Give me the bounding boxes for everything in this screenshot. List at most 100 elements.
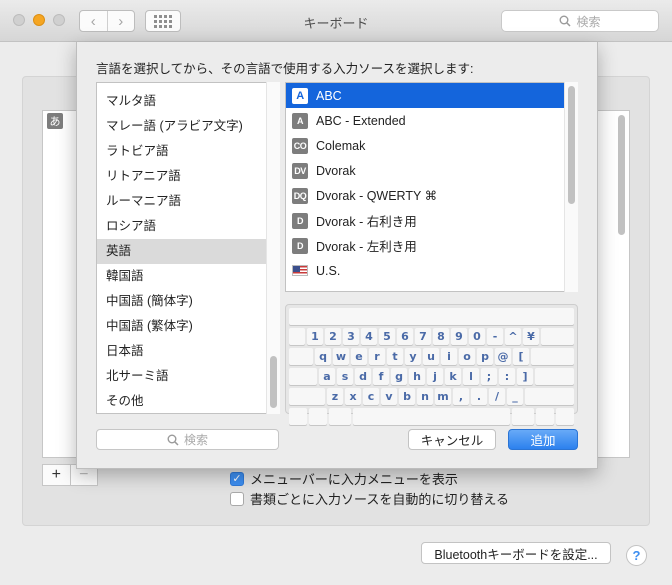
keyboard-key: ]: [517, 368, 533, 385]
show-input-menu-option[interactable]: ✓ メニューバーに入力メニューを表示: [230, 469, 458, 488]
keyboard-key: @: [495, 348, 511, 365]
language-list-scrollbar[interactable]: [266, 82, 280, 414]
setup-bluetooth-keyboard-button[interactable]: Bluetoothキーボードを設定...: [421, 542, 611, 564]
language-item[interactable]: リトアニア語: [97, 164, 278, 189]
language-item[interactable]: ロシア語: [97, 214, 278, 239]
language-item[interactable]: 韓国語: [97, 264, 278, 289]
language-item[interactable]: マレー語 (アラビア文字): [97, 114, 278, 139]
input-source-item[interactable]: A ABC - Extended: [286, 108, 577, 133]
language-item[interactable]: 北サーミ語: [97, 364, 278, 389]
keyboard-key: v: [381, 388, 397, 405]
keyboard-key: 5: [379, 328, 395, 345]
language-list-scroll-thumb[interactable]: [270, 356, 277, 408]
keyboard-key: [309, 408, 327, 425]
keyboard-key: ,: [453, 388, 469, 405]
keyboard-key: 3: [343, 328, 359, 345]
input-source-label: Dvorak - QWERTY ⌘: [316, 189, 438, 203]
keyboard-key: k: [445, 368, 461, 385]
preferences-search-field[interactable]: 検索: [501, 10, 659, 32]
keyboard-key: [289, 308, 574, 325]
input-source-label: ABC - Extended: [316, 113, 406, 128]
keyboard-key: [556, 408, 574, 425]
language-item[interactable]: その他: [97, 389, 278, 413]
auto-switch-label: 書類ごとに入力ソースを自動的に切り替える: [250, 492, 509, 507]
detail-scrollbar[interactable]: [618, 115, 625, 235]
input-source-item[interactable]: U.S.: [286, 258, 577, 283]
preferences-search-placeholder: 検索: [576, 14, 601, 29]
window-titlebar: ‹ › キーボード 検索: [0, 0, 672, 42]
keyboard-key: 9: [451, 328, 467, 345]
language-search-field[interactable]: 検索: [96, 429, 279, 450]
keyboard-key: l: [463, 368, 479, 385]
input-source-scroll-thumb[interactable]: [568, 86, 575, 204]
input-source-label: Dvorak - 左利き用: [316, 240, 417, 254]
input-source-label: ABC: [316, 88, 342, 103]
keyboard-key: [536, 408, 554, 425]
input-source-item[interactable]: CO Colemak: [286, 133, 577, 158]
keyboard-key: [289, 348, 313, 365]
keyboard-key: u: [423, 348, 439, 365]
keyboard-key: [289, 408, 307, 425]
language-item[interactable]: 英語: [97, 239, 278, 264]
language-item[interactable]: 中国語 (繁体字): [97, 314, 278, 339]
language-item[interactable]: マルタ語: [97, 89, 278, 114]
input-source-item[interactable]: D Dvorak - 右利き用: [286, 208, 577, 233]
help-button[interactable]: ?: [626, 545, 647, 566]
keyboard-key: [531, 348, 574, 365]
keyboard-key: 7: [415, 328, 431, 345]
language-item[interactable]: ルーマニア語: [97, 189, 278, 214]
keyboard-layout-icon: A: [292, 87, 308, 104]
keyboard-key: t: [387, 348, 403, 365]
keyboard-key: x: [345, 388, 361, 405]
input-source-item[interactable]: DQ Dvorak - QWERTY ⌘: [286, 183, 577, 208]
keyboard-key: [289, 368, 317, 385]
add-button[interactable]: 追加: [508, 429, 578, 450]
language-item[interactable]: ラトビア語: [97, 139, 278, 164]
keyboard-key: s: [337, 368, 353, 385]
keyboard-key: i: [441, 348, 457, 365]
keyboard-layout-icon: A: [292, 112, 308, 129]
show-input-menu-checkbox[interactable]: ✓: [230, 471, 244, 486]
search-icon: [559, 15, 572, 27]
input-source-scrollbar[interactable]: [564, 82, 578, 292]
keyboard-key: 0: [469, 328, 485, 345]
keyboard-key: [: [513, 348, 529, 365]
language-list[interactable]: マルタ語 マレー語 (アラビア文字) ラトビア語 リトアニア語 ルーマニア語 ロシア語 英語…: [96, 82, 279, 414]
keyboard-key: a: [319, 368, 335, 385]
keyboard-key: :: [499, 368, 515, 385]
keyboard-row-top-letters: q w e r t y u i o p @[: [289, 348, 574, 365]
keyboard-key: m: [435, 388, 451, 405]
keyboard-key: .: [471, 388, 487, 405]
input-source-label: Dvorak - 右利き用: [316, 215, 417, 229]
keyboard-key: h: [409, 368, 425, 385]
keyboard-key: z: [327, 388, 343, 405]
keyboard-key: ¥: [523, 328, 539, 345]
input-source-item[interactable]: DV Dvorak: [286, 158, 577, 183]
keyboard-key: 4: [361, 328, 377, 345]
keyboard-key: [541, 328, 574, 345]
input-source-item[interactable]: A ABC: [286, 83, 577, 108]
keyboard-key: n: [417, 388, 433, 405]
keyboard-key: [289, 388, 325, 405]
hiragana-input-icon: あ: [47, 113, 63, 129]
input-source-item[interactable]: D Dvorak - 左利き用: [286, 233, 577, 258]
keyboard-row-function: [289, 308, 574, 325]
add-input-source-button[interactable]: +: [43, 465, 70, 485]
keyboard-key: ;: [481, 368, 497, 385]
search-icon: [167, 434, 179, 446]
keyboard-key: /: [489, 388, 505, 405]
cancel-button[interactable]: キャンセル: [408, 429, 496, 450]
auto-switch-option[interactable]: 書類ごとに入力ソースを自動的に切り替える: [230, 489, 509, 508]
keyboard-key: w: [333, 348, 349, 365]
input-sources-list[interactable]: [42, 110, 77, 458]
keyboard-key: e: [351, 348, 367, 365]
input-source-list[interactable]: A ABC A ABC - Extended CO Colemak DV Dvorak DQ Dv…: [285, 82, 578, 292]
language-search-placeholder: 検索: [183, 433, 208, 447]
us-flag-icon: [292, 265, 308, 276]
keyboard-key: 8: [433, 328, 449, 345]
auto-switch-checkbox[interactable]: [230, 491, 244, 506]
language-item[interactable]: 中国語 (簡体字): [97, 289, 278, 314]
keyboard-layout-icon: DV: [292, 162, 308, 179]
language-item[interactable]: 日本語: [97, 339, 278, 364]
keyboard-key: q: [315, 348, 331, 365]
